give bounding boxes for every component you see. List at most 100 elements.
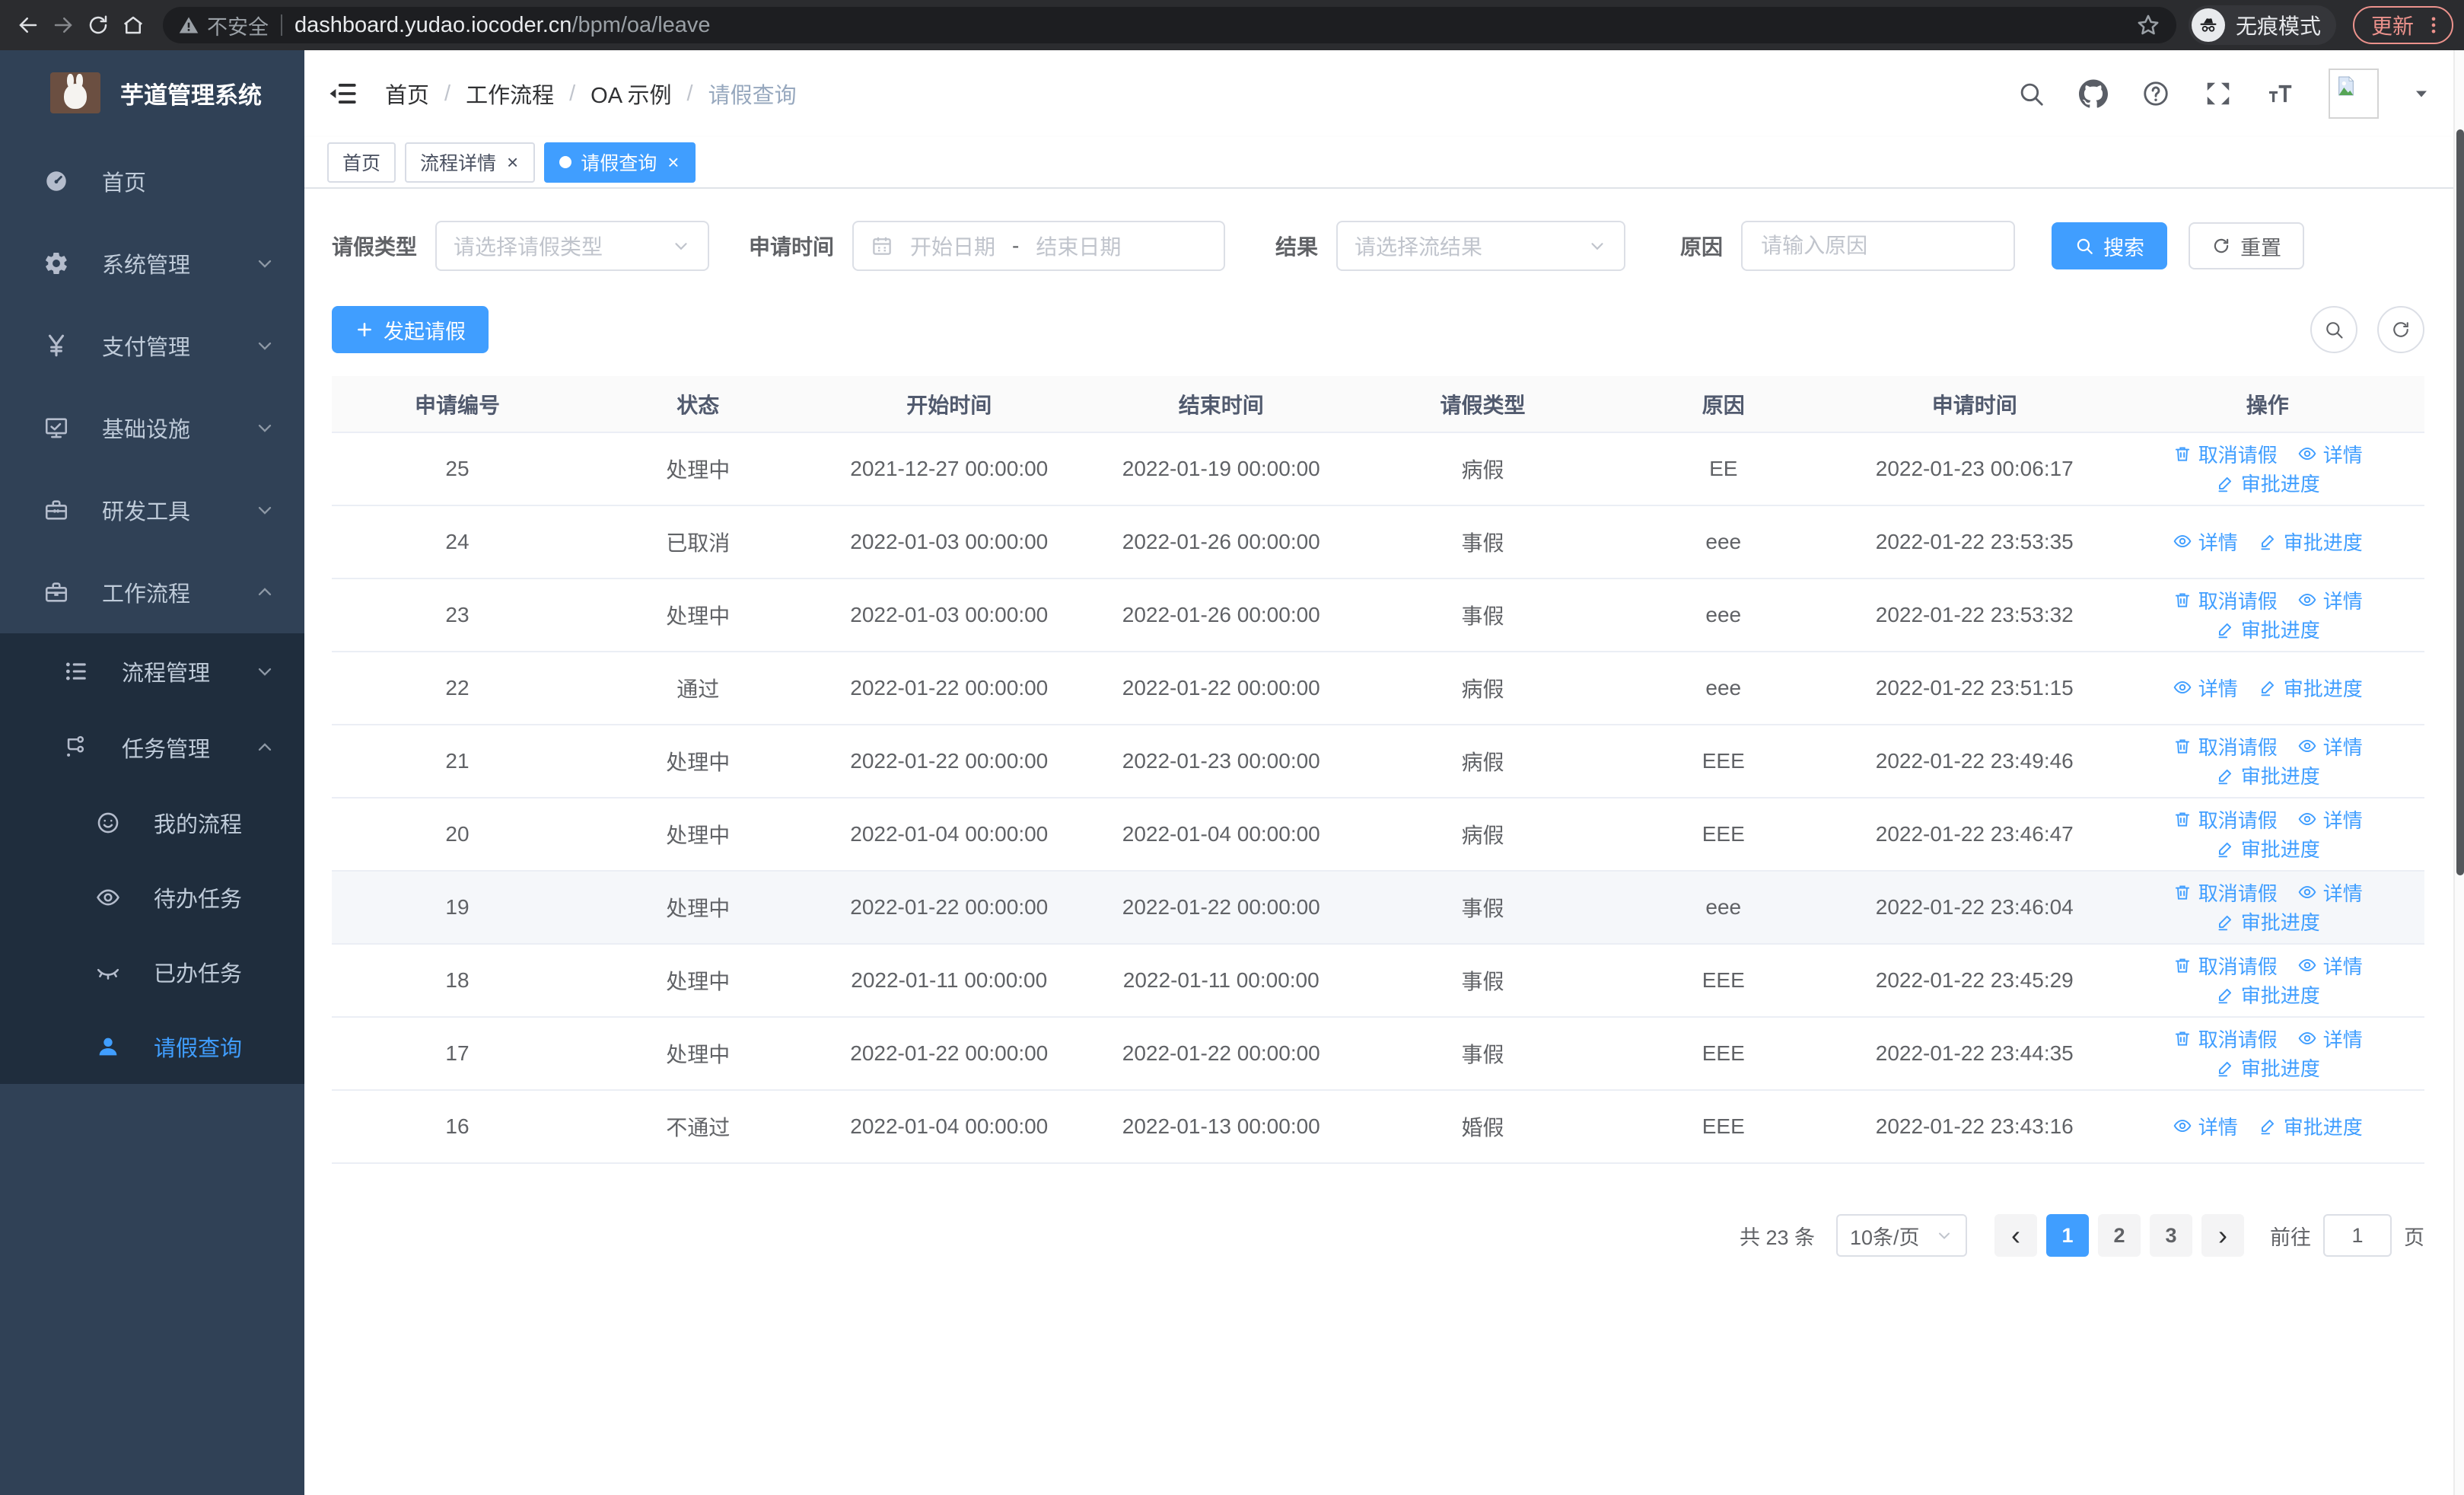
sidebar-item-system-management[interactable]: 系统管理: [0, 222, 304, 304]
sidebar-item-label: 支付管理: [102, 336, 191, 360]
breadcrumb-item[interactable]: 首页: [385, 78, 429, 110]
page-size-select[interactable]: 10条/页: [1836, 1214, 1967, 1257]
reason-input[interactable]: [1741, 221, 2016, 271]
sidebar-item-workflow[interactable]: 工作流程: [0, 551, 304, 633]
bookmark-star-icon[interactable]: [2135, 12, 2161, 38]
action-detail-link[interactable]: 详情: [2173, 528, 2238, 556]
table-refresh-button[interactable]: [2377, 306, 2424, 353]
cell-reason: EEE: [1608, 1090, 1838, 1164]
breadcrumb-item[interactable]: 工作流程: [466, 78, 554, 110]
chevron-down-icon[interactable]: [2412, 84, 2431, 103]
action-cancel-link[interactable]: 取消请假: [2173, 440, 2278, 468]
close-icon[interactable]: ×: [666, 152, 680, 172]
action-progress-link[interactable]: 审批进度: [2258, 674, 2363, 702]
fullscreen-icon[interactable]: [2204, 79, 2233, 108]
sidebar-item-dev-tools[interactable]: 研发工具: [0, 469, 304, 551]
github-icon[interactable]: [2079, 79, 2108, 108]
apply-time-range-picker[interactable]: 开始日期 - 结束日期: [852, 221, 1226, 271]
search-button[interactable]: 搜索: [2052, 222, 2168, 269]
reload-icon[interactable]: [81, 8, 116, 43]
cell-start: 2022-01-22 00:00:00: [813, 1017, 1085, 1091]
cell-start: 2022-01-04 00:00:00: [813, 798, 1085, 872]
chevron-up-icon: [254, 737, 275, 758]
sidebar-fold-icon[interactable]: [327, 78, 359, 110]
action-detail-link[interactable]: 详情: [2173, 1112, 2238, 1140]
action-detail-link[interactable]: 详情: [2297, 440, 2363, 468]
column-header: 操作: [2110, 376, 2424, 433]
action-detail-link[interactable]: 详情: [2297, 805, 2363, 834]
action-cancel-link[interactable]: 取消请假: [2173, 586, 2278, 614]
result-select[interactable]: 请选择流结果: [1336, 221, 1626, 271]
home-icon[interactable]: [116, 8, 151, 43]
cell-start: 2022-01-11 00:00:00: [813, 944, 1085, 1018]
action-progress-link[interactable]: 审批进度: [2215, 1054, 2320, 1082]
cell-type: 病假: [1357, 725, 1609, 799]
action-cancel-link[interactable]: 取消请假: [2173, 732, 2278, 760]
result-placeholder: 请选择流结果: [1355, 235, 1483, 259]
address-bar[interactable]: 不安全 dashboard.yudao.iocoder.cn/bpm/oa/le…: [163, 7, 2176, 43]
action-progress-link[interactable]: 审批进度: [2215, 615, 2320, 643]
action-detail-link[interactable]: 详情: [2297, 878, 2363, 907]
action-progress-link[interactable]: 审批进度: [2215, 761, 2320, 789]
next-page-button[interactable]: ›: [2201, 1214, 2244, 1257]
search-icon[interactable]: [2017, 79, 2045, 108]
cell-actions: 取消请假 详情 审批进度: [2110, 798, 2424, 872]
sidebar-item-done-tasks[interactable]: 已办任务: [0, 935, 304, 1009]
browser-update-button[interactable]: 更新: [2352, 6, 2453, 44]
sidebar-item-home[interactable]: 首页: [0, 140, 304, 222]
create-leave-button[interactable]: 发起请假: [332, 306, 489, 353]
goto-page-input[interactable]: [2323, 1214, 2392, 1257]
leave-type-select[interactable]: 请选择请假类型: [435, 221, 710, 271]
page-button-2[interactable]: 2: [2098, 1214, 2141, 1257]
tab-leave-query[interactable]: 请假查询 ×: [544, 142, 696, 183]
page-button-3[interactable]: 3: [2150, 1214, 2192, 1257]
action-detail-link[interactable]: 详情: [2297, 586, 2363, 614]
page-button-1[interactable]: 1: [2046, 1214, 2089, 1257]
page-scrollbar[interactable]: [2453, 50, 2464, 1495]
cell-reason: eee: [1608, 652, 1838, 725]
back-icon[interactable]: [11, 8, 46, 43]
action-detail-link[interactable]: 详情: [2297, 1025, 2363, 1053]
avatar[interactable]: [2329, 69, 2379, 119]
sidebar-item-infrastructure[interactable]: 基础设施: [0, 387, 304, 469]
action-progress-link[interactable]: 审批进度: [2215, 469, 2320, 497]
help-icon[interactable]: [2141, 79, 2170, 108]
leave-type-label: 请假类型: [332, 235, 418, 259]
action-detail-link[interactable]: 详情: [2173, 674, 2238, 702]
action-cancel-link[interactable]: 取消请假: [2173, 878, 2278, 907]
action-detail-link[interactable]: 详情: [2297, 952, 2363, 980]
tag-view-tabs: 首页 流程详情 × 请假查询 ×: [304, 137, 2453, 189]
action-progress-link[interactable]: 审批进度: [2215, 980, 2320, 1009]
close-icon[interactable]: ×: [505, 152, 520, 172]
action-progress-link[interactable]: 审批进度: [2258, 528, 2363, 556]
security-warning-label[interactable]: 不安全: [207, 11, 269, 40]
action-cancel-link[interactable]: 取消请假: [2173, 805, 2278, 834]
sidebar-item-label: 请假查询: [154, 1037, 243, 1061]
action-progress-link[interactable]: 审批进度: [2215, 907, 2320, 936]
sidebar-item-todo-tasks[interactable]: 待办任务: [0, 860, 304, 935]
tab-process-detail[interactable]: 流程详情 ×: [405, 142, 536, 183]
action-progress-link[interactable]: 审批进度: [2258, 1112, 2363, 1140]
table-search-button[interactable]: [2310, 306, 2357, 353]
sidebar-item-payment-management[interactable]: 支付管理: [0, 304, 304, 387]
leave-type-placeholder: 请选择请假类型: [454, 235, 603, 259]
trash-icon: [2173, 444, 2192, 464]
forward-icon[interactable]: [46, 8, 81, 43]
tab-home[interactable]: 首页: [327, 142, 396, 183]
action-detail-link[interactable]: 详情: [2297, 732, 2363, 760]
cell-actions: 取消请假 详情 审批进度: [2110, 1017, 2424, 1091]
sidebar-item-leave-query[interactable]: 请假查询: [0, 1009, 304, 1084]
scrollbar-thumb[interactable]: [2456, 129, 2464, 875]
sidebar-item-process-management[interactable]: 流程管理: [0, 633, 304, 709]
action-cancel-link[interactable]: 取消请假: [2173, 1025, 2278, 1053]
sidebar-item-my-processes[interactable]: 我的流程: [0, 786, 304, 860]
action-progress-link[interactable]: 审批进度: [2215, 834, 2320, 862]
breadcrumb-item[interactable]: OA 示例: [591, 78, 671, 110]
reset-button[interactable]: 重置: [2189, 222, 2305, 269]
prev-page-button[interactable]: ‹: [1994, 1214, 2037, 1257]
fontsize-icon[interactable]: [2266, 79, 2295, 108]
sidebar-item-task-management[interactable]: 任务管理: [0, 709, 304, 786]
action-cancel-link[interactable]: 取消请假: [2173, 952, 2278, 980]
column-header: 申请时间: [1838, 376, 2111, 433]
eyeo-icon: [2297, 809, 2317, 829]
